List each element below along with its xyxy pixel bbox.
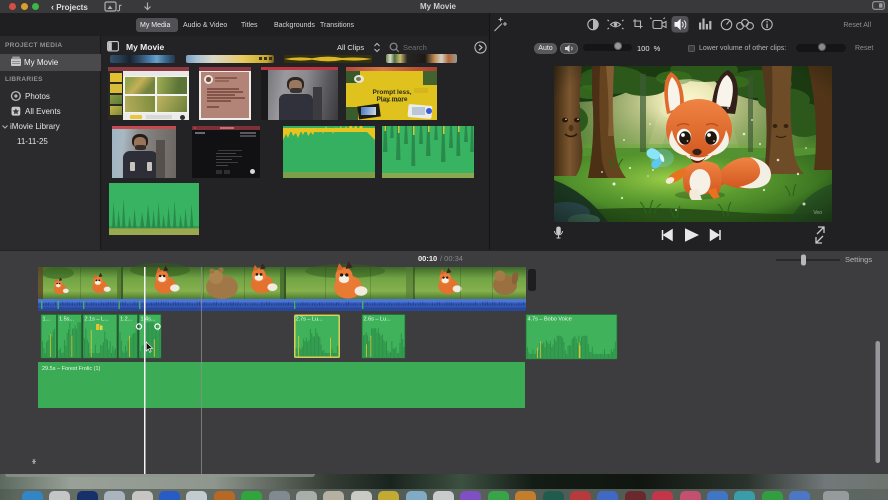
svg-text:/ 00:34: / 00:34 [440, 254, 463, 263]
svg-text:2.7s – Lu...: 2.7s – Lu... [296, 316, 324, 322]
svg-text:1.4s...: 1.4s... [141, 316, 156, 322]
svg-text:Reset All: Reset All [843, 22, 871, 29]
svg-text:Veo: Veo [813, 210, 822, 216]
svg-text:1.5s...: 1.5s... [59, 316, 74, 322]
svg-text:1.2...: 1.2... [120, 316, 133, 322]
svg-text:2.6s – Lu...: 2.6s – Lu... [364, 316, 392, 322]
svg-text:Settings: Settings [845, 255, 872, 264]
svg-text:29.5s – Forest Frolic (1): 29.5s – Forest Frolic (1) [42, 366, 101, 372]
svg-text:1...: 1... [43, 316, 51, 322]
svg-text:2.1s – L...: 2.1s – L... [85, 316, 110, 322]
svg-text:00:10: 00:10 [418, 254, 437, 263]
svg-text:4.7s – Bobo Voice: 4.7s – Bobo Voice [528, 316, 572, 322]
